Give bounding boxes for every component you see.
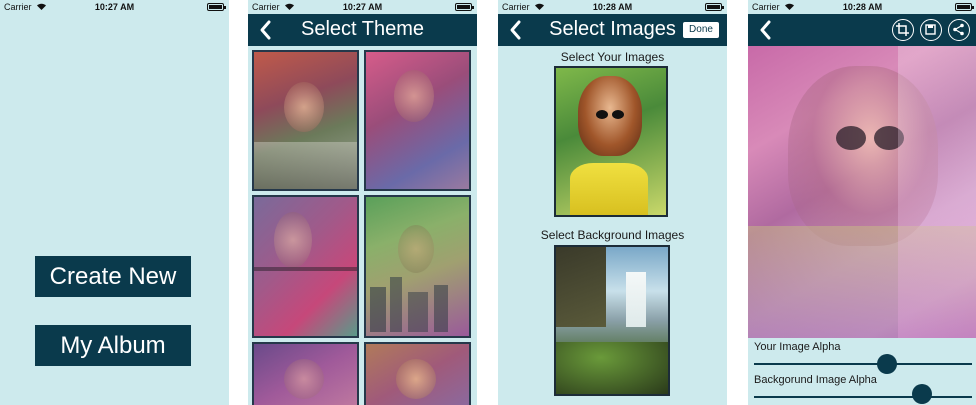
- theme-thumbnail[interactable]: [364, 50, 471, 191]
- select-images-screen: Carrier 10:28 AM Select Images Done Sele…: [498, 0, 727, 405]
- theme-thumbnail[interactable]: [364, 195, 471, 338]
- create-new-button[interactable]: Create New: [35, 256, 191, 297]
- save-icon[interactable]: [920, 19, 942, 41]
- battery-icon: [455, 3, 474, 11]
- home-screen: Carrier 10:27 AM Create New My Album: [0, 0, 229, 405]
- theme-thumbnail[interactable]: [252, 342, 359, 405]
- your-image-picker[interactable]: [554, 66, 668, 217]
- your-image-alpha-label: Your Image Alpha: [754, 341, 841, 353]
- back-chevron-icon[interactable]: [754, 16, 778, 44]
- status-time: 10:27 AM: [94, 2, 135, 12]
- editor-screen: Carrier 10:28 AM Your Image Alpha Backgo…: [748, 0, 976, 405]
- navigation-bar: Select Images Done: [498, 14, 727, 46]
- navigation-bar: [748, 14, 976, 46]
- share-icon[interactable]: [948, 19, 970, 41]
- select-your-images-label: Select Your Images: [560, 50, 665, 64]
- background-image-alpha-slider-thumb[interactable]: [912, 384, 933, 404]
- status-bar: Carrier 10:27 AM: [248, 0, 477, 14]
- done-button[interactable]: Done: [683, 22, 719, 38]
- page-title: Select Theme: [300, 18, 425, 40]
- background-image-alpha-slider[interactable]: [754, 396, 972, 398]
- select-background-images-label: Select Background Images: [540, 228, 685, 242]
- theme-thumbnail[interactable]: [252, 50, 359, 191]
- battery-icon: [207, 3, 226, 11]
- status-bar: Carrier 10:27 AM: [0, 0, 229, 14]
- your-image-alpha-slider[interactable]: [754, 363, 972, 365]
- navigation-bar: Select Theme: [248, 14, 477, 46]
- theme-thumbnail[interactable]: [252, 195, 359, 338]
- status-time: 10:27 AM: [342, 2, 383, 12]
- status-time: 10:28 AM: [842, 2, 883, 12]
- select-theme-screen: Carrier 10:27 AM Select Theme: [248, 0, 477, 405]
- background-image-alpha-label: Backgorund Image Alpha: [754, 374, 877, 386]
- status-time: 10:28 AM: [592, 2, 633, 12]
- battery-icon: [955, 3, 974, 11]
- theme-thumbnail[interactable]: [364, 342, 471, 405]
- status-bar: Carrier 10:28 AM: [748, 0, 976, 14]
- my-album-button[interactable]: My Album: [35, 325, 191, 366]
- status-bar: Carrier 10:28 AM: [498, 0, 727, 14]
- crop-icon[interactable]: [892, 19, 914, 41]
- battery-icon: [705, 3, 724, 11]
- blended-image-canvas[interactable]: [748, 46, 976, 338]
- background-image-picker[interactable]: [554, 245, 670, 396]
- your-image-alpha-slider-thumb[interactable]: [876, 354, 897, 374]
